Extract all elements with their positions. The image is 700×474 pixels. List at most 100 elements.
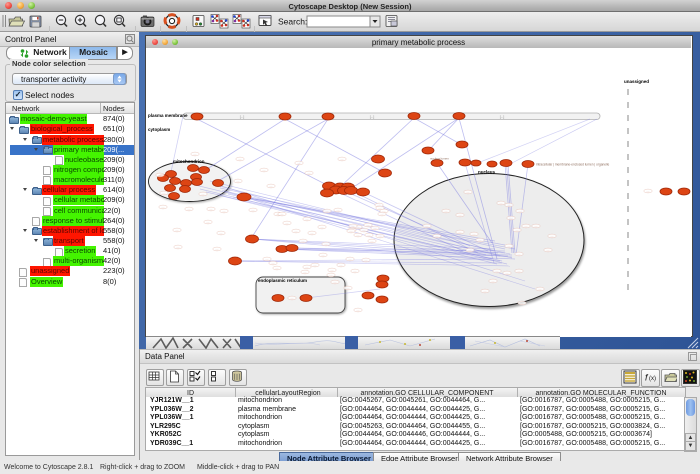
- svg-text:[..]: [..]: [270, 186, 273, 188]
- svg-text:[..]: [..]: [467, 192, 470, 194]
- svg-text:[..]: [..]: [357, 227, 360, 229]
- svg-text:[..]: [..]: [176, 230, 179, 232]
- svg-text:[..]: [..]: [202, 194, 205, 196]
- svg-text:[..]: [..]: [311, 233, 314, 235]
- svg-text:[..]: [..]: [547, 250, 550, 252]
- svg-text:[..]: [..]: [445, 211, 448, 213]
- svg-text:[..]: [..]: [223, 211, 226, 213]
- svg-text:[..]: [..]: [308, 173, 311, 175]
- svg-text:[..]: [..]: [518, 271, 521, 273]
- svg-text:[..]: [..]: [354, 271, 357, 273]
- svg-text:[..]: [..]: [492, 281, 495, 283]
- svg-text:[...]: [...]: [240, 115, 245, 119]
- svg-text:[..]: [..]: [266, 259, 269, 261]
- svg-text:[..]: [..]: [484, 291, 487, 293]
- svg-text:endoplasmic reticulum: endoplasmic reticulum: [258, 278, 307, 283]
- svg-text:[..]: [..]: [469, 250, 472, 252]
- svg-text:[..]: [..]: [551, 236, 554, 238]
- svg-text:cytoplasm: cytoplasm: [148, 127, 170, 132]
- svg-text:[..]: [..]: [350, 231, 353, 233]
- svg-text:[..]: [..]: [321, 227, 324, 229]
- svg-text:[..]: [..]: [647, 191, 650, 193]
- svg-text:mitochondrion: mitochondrion: [173, 159, 205, 164]
- svg-text:[..]: [..]: [367, 225, 370, 227]
- svg-text:[..]: [..]: [426, 226, 429, 228]
- svg-text:[..]: [..]: [341, 159, 344, 161]
- svg-text:[..]: [..]: [539, 289, 542, 291]
- svg-text:[..]: [..]: [500, 203, 503, 205]
- svg-text:[..]: [..]: [334, 282, 337, 284]
- svg-text:[..]: [..]: [272, 263, 275, 265]
- svg-text:[..]: [..]: [210, 209, 213, 211]
- svg-text:[..]: [..]: [459, 215, 462, 217]
- svg-text:(x): (x): [649, 376, 656, 382]
- svg-text:[..]: [..]: [263, 170, 266, 172]
- svg-text:[..]: [..]: [162, 207, 165, 209]
- svg-text:[..]: [..]: [357, 310, 360, 312]
- svg-text:unassigned: unassigned: [624, 79, 649, 84]
- svg-text:[..]: [..]: [325, 244, 328, 246]
- svg-text:nuclear lumen: nuclear lumen: [430, 157, 449, 161]
- svg-text:[..]: [..]: [379, 236, 382, 238]
- svg-text:[..]: [..]: [159, 175, 162, 177]
- svg-text:Search:: Search:: [278, 17, 307, 27]
- svg-text:[..]: [..]: [291, 298, 294, 300]
- svg-text:[..]: [..]: [295, 231, 298, 233]
- svg-text:[..]: [..]: [314, 265, 317, 267]
- svg-text:[..]: [..]: [177, 247, 180, 249]
- svg-text:[..]: [..]: [357, 235, 360, 237]
- svg-text:[..]: [..]: [276, 268, 279, 270]
- svg-text:[..]: [..]: [368, 235, 371, 237]
- svg-text:[..]: [..]: [302, 241, 305, 243]
- svg-text:intracellular | membrane-enclo: intracellular | membrane-enclosed lumen …: [536, 163, 609, 167]
- svg-text:[..]: [..]: [381, 214, 384, 216]
- svg-text:[..]: [..]: [365, 260, 368, 262]
- svg-text:[..]: [..]: [508, 246, 511, 248]
- svg-text:[..]: [..]: [525, 226, 528, 228]
- svg-text:plasma membrane: plasma membrane: [148, 113, 188, 118]
- svg-text:[..]: [..]: [347, 288, 350, 290]
- svg-text:[..]: [..]: [479, 240, 482, 242]
- svg-text:[..]: [..]: [194, 154, 197, 156]
- svg-text:[..]: [..]: [459, 232, 462, 234]
- svg-text:[..]: [..]: [518, 254, 521, 256]
- svg-text:[..]: [..]: [322, 255, 325, 257]
- svg-text:[..]: [..]: [286, 223, 289, 225]
- svg-text:[..]: [..]: [340, 265, 343, 267]
- svg-text:[..]: [..]: [331, 270, 334, 272]
- svg-text:[..]: [..]: [510, 218, 513, 220]
- svg-text:[..]: [..]: [239, 159, 242, 161]
- svg-text:[..]: [..]: [330, 275, 333, 277]
- svg-text:[..]: [..]: [281, 214, 284, 216]
- svg-text:[..]: [..]: [496, 271, 499, 273]
- svg-text:[..]: [..]: [519, 211, 522, 213]
- svg-text:nucleus: nucleus: [478, 170, 496, 175]
- svg-text:[..]: [..]: [326, 211, 329, 213]
- svg-text:[..]: [..]: [304, 272, 307, 274]
- svg-text:[...]: [...]: [500, 115, 505, 119]
- svg-text:[..]: [..]: [306, 219, 309, 221]
- svg-text:[..]: [..]: [371, 241, 374, 243]
- svg-text:[..]: [..]: [188, 209, 191, 211]
- svg-text:[..]: [..]: [516, 230, 519, 232]
- svg-text:[..]: [..]: [252, 210, 255, 212]
- svg-text:[..]: [..]: [506, 273, 509, 275]
- svg-text:[..]: [..]: [306, 267, 309, 269]
- svg-text:[..]: [..]: [363, 230, 366, 232]
- svg-text:[..]: [..]: [220, 233, 223, 235]
- svg-text:[..]: [..]: [298, 163, 301, 165]
- svg-text:[..]: [..]: [374, 228, 377, 230]
- svg-text:[..]: [..]: [352, 226, 355, 228]
- svg-text:[...]: [...]: [370, 115, 375, 119]
- svg-text:[..]: [..]: [508, 205, 511, 207]
- svg-text:[..]: [..]: [216, 249, 219, 251]
- svg-text:[..]: [..]: [337, 210, 340, 212]
- svg-text:[..]: [..]: [237, 181, 240, 183]
- svg-text:[..]: [..]: [436, 236, 439, 238]
- svg-text:[..]: [..]: [207, 222, 210, 224]
- svg-text:[..]: [..]: [163, 193, 166, 195]
- svg-text:[..]: [..]: [535, 226, 538, 228]
- svg-text:[..]: [..]: [473, 234, 476, 236]
- svg-text:[..]: [..]: [349, 259, 352, 261]
- svg-text:[..]: [..]: [521, 303, 524, 305]
